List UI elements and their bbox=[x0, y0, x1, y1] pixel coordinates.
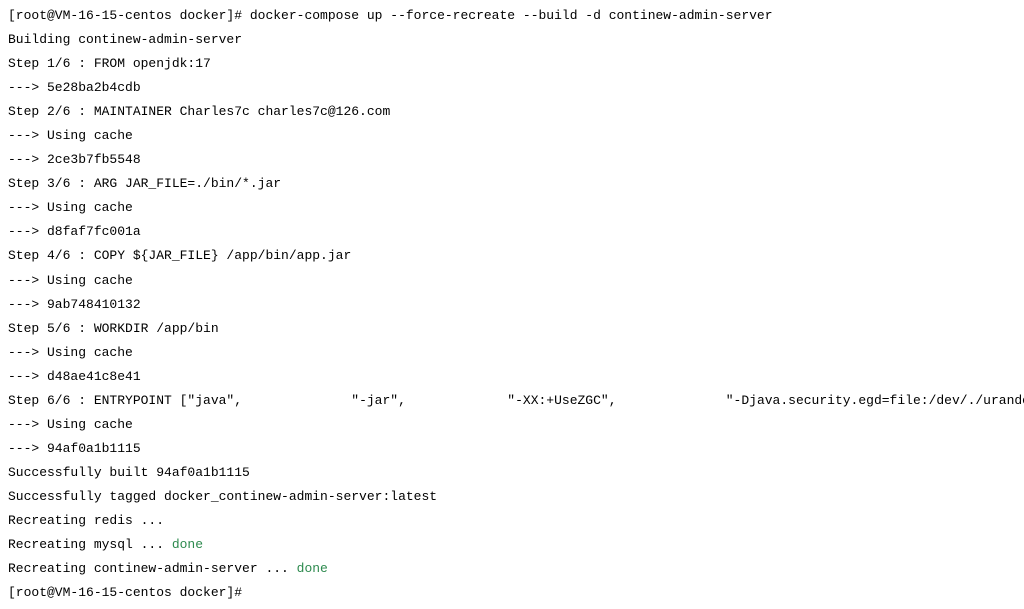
command-text: docker-compose up --force-recreate --bui… bbox=[250, 8, 773, 23]
output-line: ---> Using cache bbox=[8, 196, 1016, 220]
done-status: done bbox=[297, 561, 328, 576]
output-line: Step 4/6 : COPY ${JAR_FILE} /app/bin/app… bbox=[8, 244, 1016, 268]
output-line: ---> Using cache bbox=[8, 413, 1016, 437]
terminal-output[interactable]: [root@VM-16-15-centos docker]# docker-co… bbox=[8, 4, 1016, 605]
output-line: ---> d8faf7fc001a bbox=[8, 220, 1016, 244]
output-line: Recreating redis ... bbox=[8, 509, 1016, 533]
shell-prompt: [root@VM-16-15-centos docker]# bbox=[8, 8, 250, 23]
recreate-mysql-line: Recreating mysql ... done bbox=[8, 533, 1016, 557]
output-line: Step 2/6 : MAINTAINER Charles7c charles7… bbox=[8, 100, 1016, 124]
output-line: Successfully tagged docker_continew-admi… bbox=[8, 485, 1016, 509]
shell-prompt: [root@VM-16-15-centos docker]# bbox=[8, 585, 242, 600]
recreate-prefix: Recreating mysql ... bbox=[8, 537, 172, 552]
recreate-prefix: Recreating continew-admin-server ... bbox=[8, 561, 297, 576]
recreate-server-line: Recreating continew-admin-server ... don… bbox=[8, 557, 1016, 581]
entrypoint-line: Step 6/6 : ENTRYPOINT ["java", "-jar", "… bbox=[8, 389, 1016, 413]
shell-prompt-line: [root@VM-16-15-centos docker]# bbox=[8, 581, 1016, 605]
output-line: Step 5/6 : WORKDIR /app/bin bbox=[8, 317, 1016, 341]
output-line: ---> Using cache bbox=[8, 341, 1016, 365]
done-status: done bbox=[172, 537, 203, 552]
output-line: ---> Using cache bbox=[8, 269, 1016, 293]
output-line: Successfully built 94af0a1b1115 bbox=[8, 461, 1016, 485]
entrypoint-segment: "-XX:+UseZGC", bbox=[406, 389, 617, 413]
output-line: Building continew-admin-server bbox=[8, 28, 1016, 52]
entrypoint-segment: "-Djava.security.egd=file:/dev/./urandom… bbox=[617, 389, 1024, 413]
output-line: ---> Using cache bbox=[8, 124, 1016, 148]
output-line: ---> 2ce3b7fb5548 bbox=[8, 148, 1016, 172]
output-line: ---> d48ae41c8e41 bbox=[8, 365, 1016, 389]
output-line: ---> 94af0a1b1115 bbox=[8, 437, 1016, 461]
output-line: Step 1/6 : FROM openjdk:17 bbox=[8, 52, 1016, 76]
command-line: [root@VM-16-15-centos docker]# docker-co… bbox=[8, 4, 1016, 28]
entrypoint-segment: "-jar", bbox=[242, 389, 406, 413]
output-line: ---> 9ab748410132 bbox=[8, 293, 1016, 317]
output-line: Step 3/6 : ARG JAR_FILE=./bin/*.jar bbox=[8, 172, 1016, 196]
output-line: ---> 5e28ba2b4cdb bbox=[8, 76, 1016, 100]
entrypoint-segment: Step 6/6 : ENTRYPOINT ["java", bbox=[8, 389, 242, 413]
